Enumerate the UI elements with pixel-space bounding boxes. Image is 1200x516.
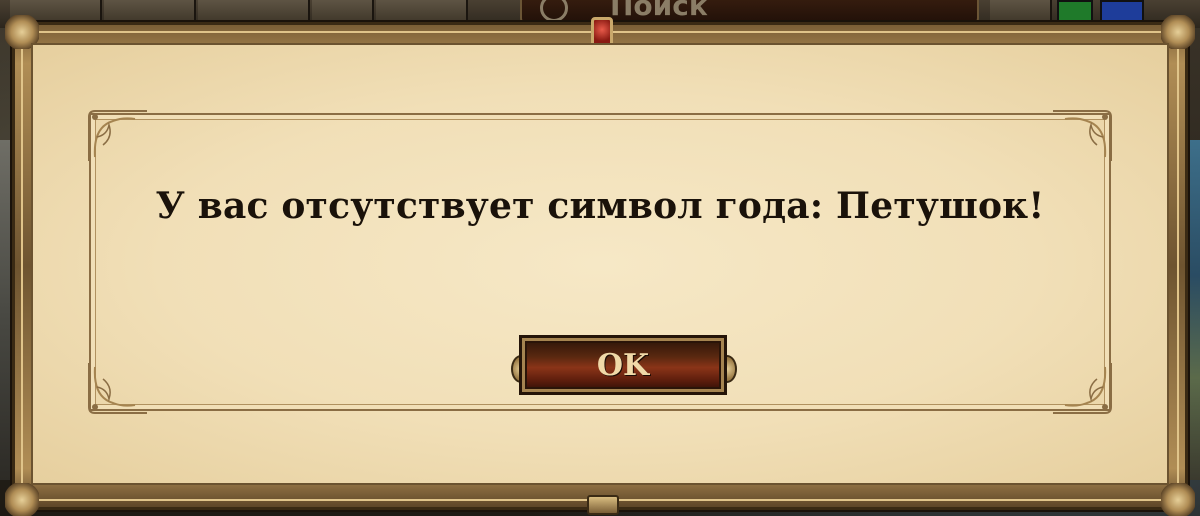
corner-flourish-icon — [88, 110, 147, 161]
search-icon — [540, 0, 568, 22]
bottom-knob-ornament — [587, 495, 619, 515]
search-label: Поиск — [610, 0, 708, 22]
corner-flourish-icon — [1053, 110, 1112, 161]
ok-button-group: OK — [511, 335, 737, 399]
frame-corner-ornament — [1161, 483, 1195, 516]
ok-button[interactable]: OK — [519, 335, 727, 395]
dialog-message: У вас отсутствует символ года: Петушок! — [155, 185, 1045, 227]
game-screen: Поиск У вас отсутствует символ года: Пет… — [0, 0, 1200, 516]
alert-dialog: У вас отсутствует символ года: Петушок! … — [5, 15, 1195, 516]
frame-corner-ornament — [5, 483, 39, 516]
parchment-panel: У вас отсутствует символ года: Петушок! … — [31, 43, 1169, 485]
ok-button-label: OK — [596, 347, 650, 383]
corner-flourish-icon — [1053, 363, 1112, 414]
corner-flourish-icon — [88, 363, 147, 414]
